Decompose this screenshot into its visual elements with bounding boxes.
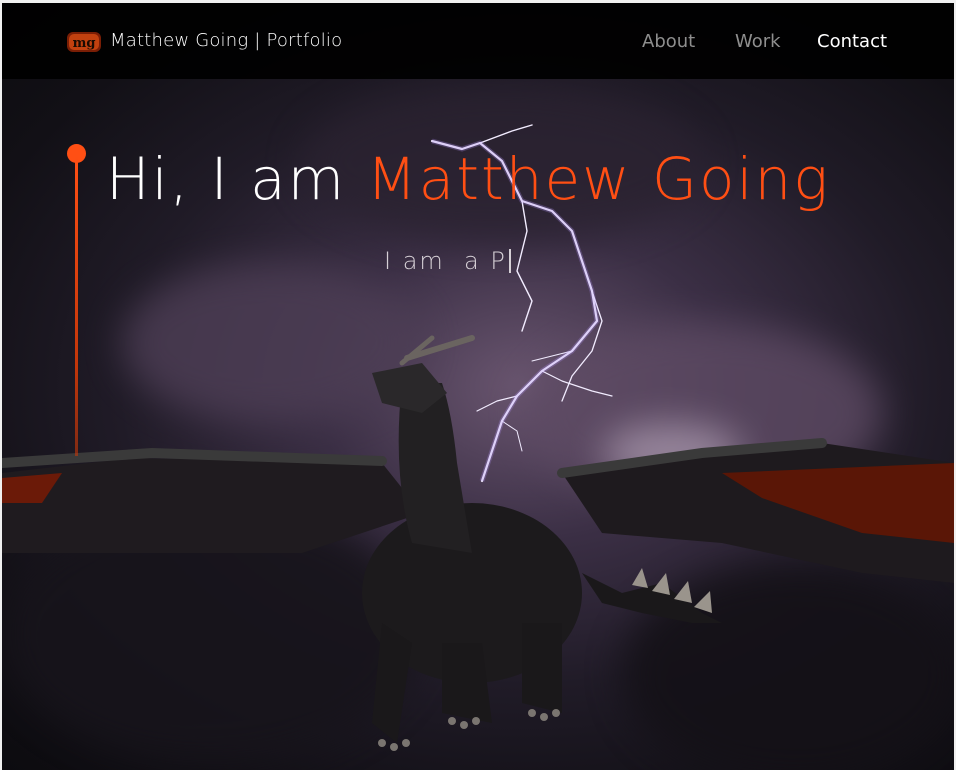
dragon-illustration [2, 335, 954, 751]
nav-link-contact[interactable]: Contact [817, 31, 887, 52]
typed-text: I am a P [384, 247, 507, 275]
hero-name: Matthew Going [366, 145, 831, 213]
page: mg Matthew Going | Portfolio About Work … [0, 0, 956, 770]
hero-headline: Hi, I am Matthew Going [106, 141, 830, 217]
hero-greeting: Hi, I am [106, 145, 367, 213]
brand-title[interactable]: Matthew Going | Portfolio [110, 30, 342, 51]
navbar: mg Matthew Going | Portfolio About Work … [2, 3, 954, 79]
timeline-line [75, 156, 78, 456]
logo-text: mg [73, 36, 96, 51]
typed-subtitle: I am a P [384, 247, 511, 275]
hero-section: mg Matthew Going | Portfolio About Work … [2, 3, 954, 770]
timeline-decoration [67, 144, 87, 464]
nav-link-about[interactable]: About [642, 31, 695, 52]
nav-link-work[interactable]: Work [735, 31, 781, 52]
mg-logo-icon[interactable]: mg [66, 30, 102, 54]
typing-cursor [508, 249, 511, 273]
